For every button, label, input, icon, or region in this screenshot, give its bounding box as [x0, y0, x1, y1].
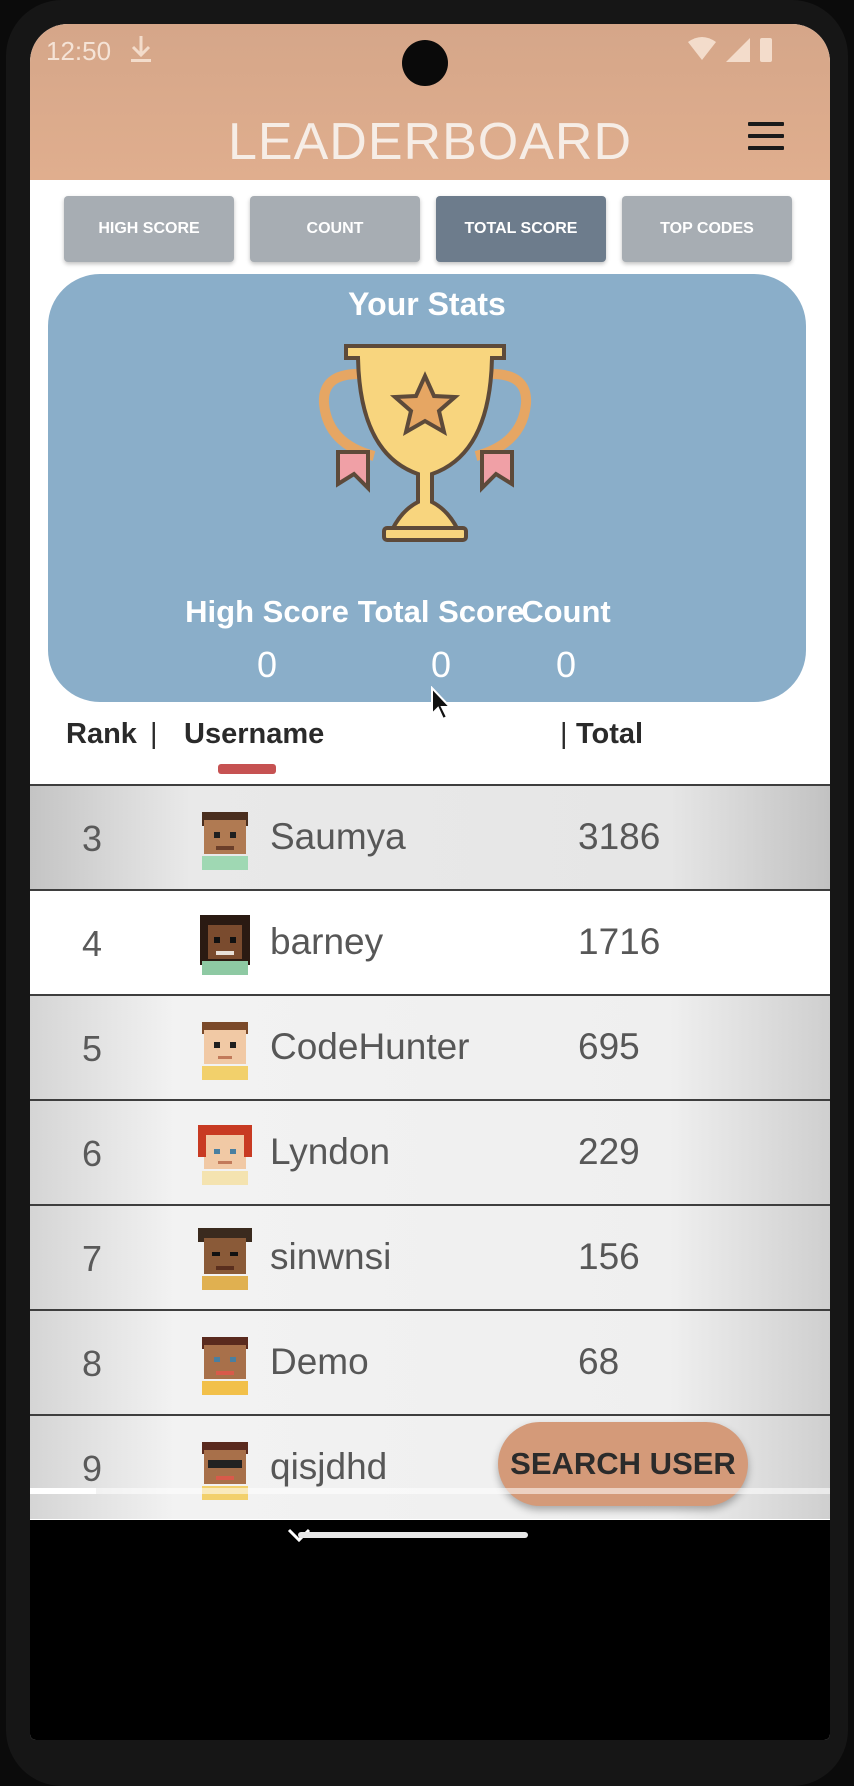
header-divider: | — [150, 718, 158, 750]
leaderboard-list[interactable]: 3 Saumya 3186 4 barney 1716 5 CodeHunter… — [30, 784, 830, 1519]
table-row[interactable]: 7 sinwnsi 156 — [30, 1204, 830, 1309]
row-username: sinwnsi — [270, 1236, 392, 1277]
row-total: 695 — [578, 1026, 640, 1067]
your-stats-card: Your Stats High Score 0 Total Score 0 Co… — [48, 274, 806, 702]
row-total: 229 — [578, 1131, 640, 1172]
mouse-cursor-icon — [431, 686, 452, 721]
tab-count[interactable]: COUNT — [250, 196, 420, 262]
stat-high-score: High Score 0 — [174, 594, 360, 686]
row-rank: 6 — [82, 1133, 103, 1174]
row-rank: 8 — [82, 1343, 103, 1384]
tab-top-codes[interactable]: TOP CODES — [622, 196, 792, 262]
row-total: 3186 — [578, 816, 661, 857]
download-icon — [131, 36, 151, 62]
header-divider: | — [560, 718, 568, 750]
app-bar: 12:50 LEADERBOARD — [30, 24, 830, 180]
stat-count: Count 0 — [506, 594, 626, 686]
avatar-icon — [198, 1228, 252, 1290]
header-rank: Rank — [66, 718, 137, 750]
system-nav-bar — [30, 1520, 830, 1740]
stat-label: High Score — [185, 594, 349, 629]
stat-value: 0 — [555, 644, 577, 685]
video-progress-fill — [30, 1488, 96, 1494]
row-rank: 4 — [82, 923, 103, 964]
row-username: Demo — [270, 1341, 369, 1382]
table-row[interactable]: 6 Lyndon 229 — [30, 1099, 830, 1204]
screen: 12:50 LEADERBOARD HIGH SCORE COUNT TOTAL… — [30, 24, 830, 1740]
video-progress-bar[interactable] — [30, 1488, 830, 1494]
avatar-icon — [198, 1125, 252, 1185]
battery-icon — [760, 38, 772, 62]
tab-high-score[interactable]: HIGH SCORE — [64, 196, 234, 262]
home-gesture-pill[interactable] — [298, 1532, 528, 1538]
table-row[interactable]: 3 Saumya 3186 — [30, 784, 830, 889]
row-total: 68 — [578, 1341, 620, 1382]
row-total: 156 — [578, 1236, 640, 1277]
hamburger-menu-icon[interactable] — [748, 122, 784, 150]
stat-value: 0 — [256, 644, 278, 685]
header-total: Total — [576, 718, 644, 750]
row-username: Lyndon — [270, 1131, 391, 1172]
row-username: Saumya — [270, 816, 406, 857]
row-username: qisjdhd — [270, 1446, 388, 1487]
table-row[interactable]: 8 Demo 68 — [30, 1309, 830, 1414]
stat-label: Count — [521, 594, 611, 629]
camera-cutout — [402, 40, 448, 86]
tab-total-score[interactable]: TOTAL SCORE — [436, 196, 606, 262]
header-username: Username — [184, 718, 325, 750]
signal-icon — [726, 38, 750, 62]
avatar-icon — [202, 812, 248, 870]
table-row[interactable]: 4 barney 1716 — [30, 889, 830, 994]
avatar-icon — [202, 1337, 248, 1395]
wifi-icon — [688, 37, 716, 60]
avatar-icon — [200, 915, 250, 975]
trophy-icon — [318, 344, 532, 542]
avatar-peek — [218, 764, 276, 774]
avatar-icon — [202, 1022, 248, 1080]
row-username: CodeHunter — [270, 1026, 470, 1067]
page-title: LEADERBOARD — [228, 113, 632, 171]
status-icons — [688, 37, 772, 62]
row-total: 1716 — [578, 921, 661, 962]
phone-frame: 12:50 LEADERBOARD HIGH SCORE COUNT TOTAL… — [6, 0, 848, 1786]
status-time: 12:50 — [46, 36, 112, 66]
stats-title: Your Stats — [348, 286, 506, 322]
tab-bar: HIGH SCORE COUNT TOTAL SCORE TOP CODES — [64, 196, 804, 266]
row-username: barney — [270, 921, 384, 962]
row-rank: 5 — [82, 1028, 103, 1069]
row-rank: 7 — [82, 1238, 103, 1279]
row-rank: 9 — [82, 1448, 103, 1489]
row-rank: 3 — [82, 818, 103, 859]
table-row[interactable]: 5 CodeHunter 695 — [30, 994, 830, 1099]
